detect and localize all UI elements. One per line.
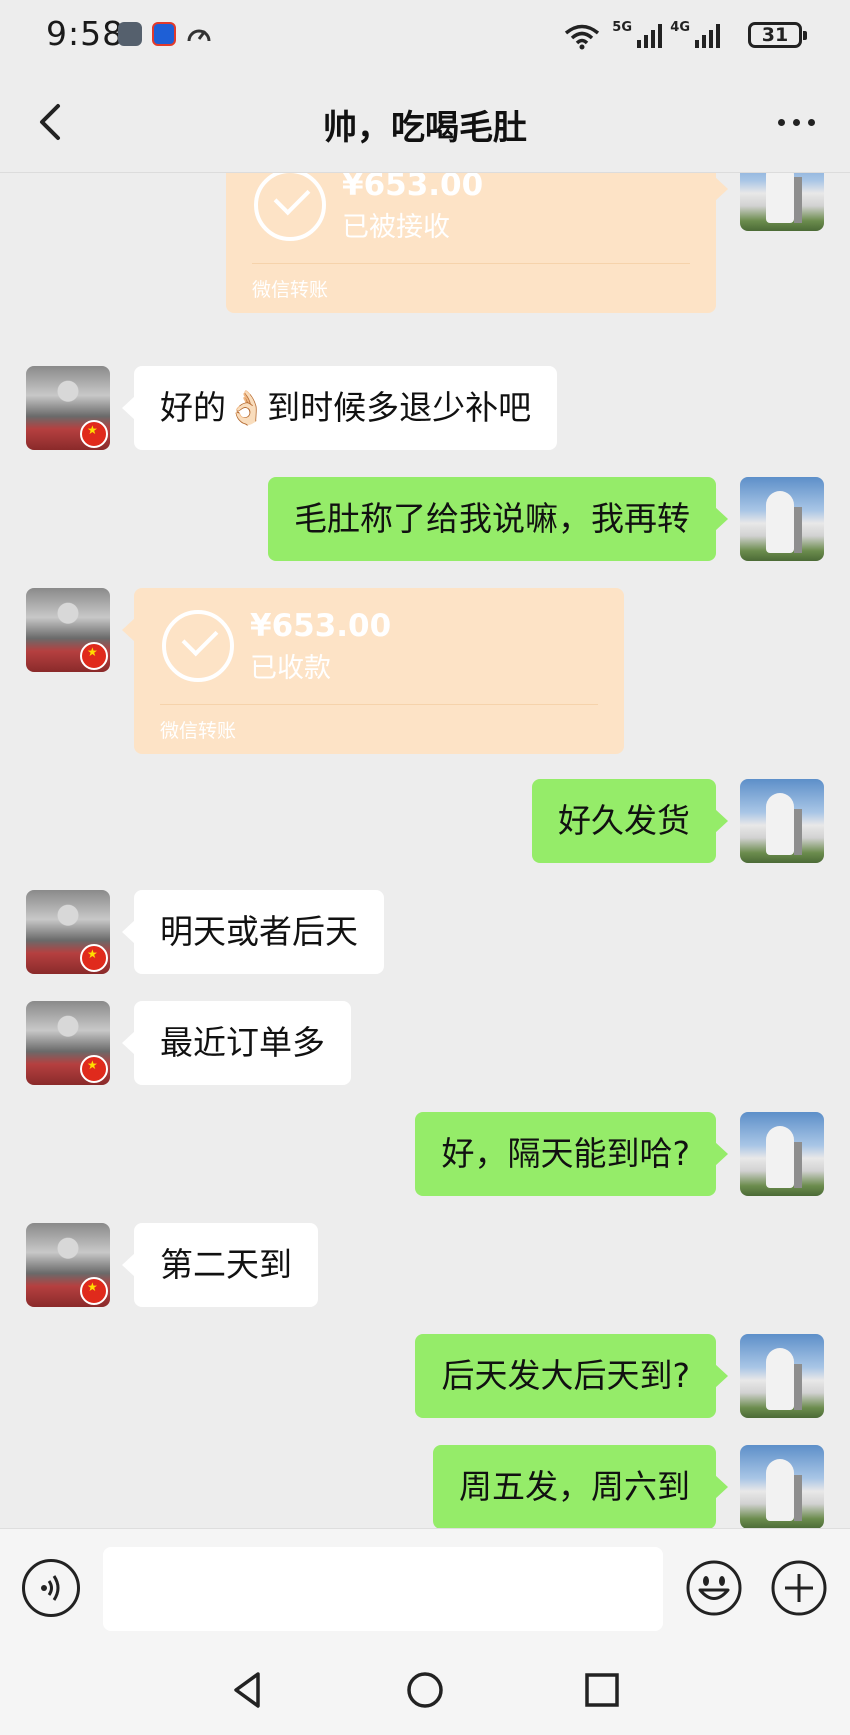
transfer-status: 已被接收 [342,212,450,243]
china-flag-badge-icon [80,944,108,972]
message-row: 最近订单多 [0,1001,850,1091]
message-row: 第二天到 [0,1223,850,1313]
transfer-card-sent[interactable]: ¥653.00 已被接收 微信转账 [226,173,728,313]
message-text-input[interactable] [103,1547,663,1631]
signal-4g-icon [695,24,720,48]
transfer-status: 已收款 [250,653,331,684]
message-row: 好久发货 [0,779,850,869]
more-dots-icon[interactable] [772,102,820,142]
status-bar: 9:58 5G 4G 31 [0,0,850,72]
chat-title: 帅，吃喝毛肚 [323,108,527,148]
outgoing-message-bubble[interactable]: 后天发大后天到? [415,1334,728,1418]
transfer-divider [160,704,598,705]
china-flag-badge-icon [80,642,108,670]
contact-avatar[interactable] [26,1223,110,1307]
outgoing-message-bubble[interactable]: 好久发货 [532,779,728,863]
my-avatar[interactable] [740,1112,824,1196]
china-flag-badge-icon [80,1277,108,1305]
signal-5g-icon [637,24,662,48]
nav-home-circle-icon[interactable] [399,1664,451,1716]
status-time: 9:58 [46,14,125,53]
my-avatar[interactable] [740,173,824,231]
chat-header: 帅，吃喝毛肚 [0,72,850,173]
contact-avatar[interactable] [26,366,110,450]
transfer-card-received[interactable]: ¥653.00 已收款 微信转账 [122,588,624,754]
china-flag-badge-icon [80,1055,108,1083]
message-row: 后天发大后天到? [0,1334,850,1424]
message-row: 毛肚称了给我说嘛，我再转 [0,477,850,567]
transfer-amount: ¥653.00 [250,608,392,644]
my-avatar[interactable] [740,1334,824,1418]
check-circle-icon [254,173,326,241]
contact-avatar[interactable] [26,1001,110,1085]
status-indicators: 5G 4G 31 [542,16,807,56]
alipay-notification-icon [152,22,176,46]
emoji-icon[interactable] [685,1559,743,1617]
check-circle-icon [162,610,234,682]
speed-gauge-icon [186,22,211,46]
message-row: 好的👌🏻到时候多退少补吧 [0,366,850,456]
incoming-message-bubble[interactable]: 最近订单多 [122,1001,351,1085]
plus-icon[interactable] [770,1559,828,1617]
my-avatar[interactable] [740,1445,824,1528]
message-row: 好，隔天能到哈? [0,1112,850,1202]
voice-icon[interactable] [22,1559,80,1617]
outgoing-message-bubble[interactable]: 好，隔天能到哈? [415,1112,728,1196]
china-flag-badge-icon [80,420,108,448]
transfer-footer: 微信转账 [160,720,237,742]
transfer-divider [252,263,690,264]
app-notification-icon [118,22,142,46]
contact-avatar[interactable] [26,588,110,672]
message-row: 周五发，周六到 [0,1445,850,1528]
nav-recent-square-icon[interactable] [576,1664,628,1716]
outgoing-message-bubble[interactable]: 毛肚称了给我说嘛，我再转 [268,477,728,561]
battery-indicator: 31 [748,22,807,48]
contact-avatar[interactable] [26,890,110,974]
transfer-amount: ¥653.00 [342,173,484,203]
message-row: 明天或者后天 [0,890,850,980]
incoming-message-bubble[interactable]: 第二天到 [122,1223,318,1307]
network-4g-label: 4G [670,20,690,35]
my-avatar[interactable] [740,477,824,561]
wifi-icon [564,24,600,54]
message-row: ¥653.00 已被接收 微信转账 [0,173,850,347]
nav-back-triangle-icon[interactable] [222,1664,274,1716]
incoming-message-bubble[interactable]: 明天或者后天 [122,890,384,974]
network-5g-label: 5G [612,20,632,35]
message-input-bar [0,1528,850,1649]
system-navigation-bar [0,1648,850,1735]
message-row: ¥653.00 已收款 微信转账 [0,588,850,758]
my-avatar[interactable] [740,779,824,863]
chat-message-list[interactable]: ¥653.00 已被接收 微信转账 好的👌🏻到时候多退少补吧 毛肚称了给我说嘛，… [0,173,850,1528]
transfer-footer: 微信转账 [252,279,329,301]
incoming-message-bubble[interactable]: 好的👌🏻到时候多退少补吧 [121,366,558,450]
outgoing-message-bubble[interactable]: 周五发，周六到 [433,1445,728,1528]
